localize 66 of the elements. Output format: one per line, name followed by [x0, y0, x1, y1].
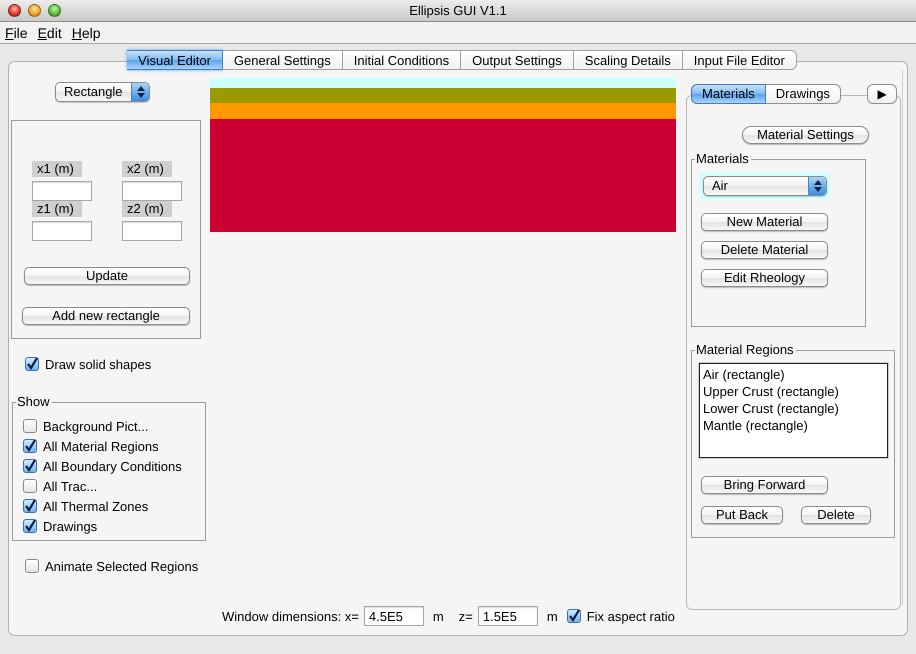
checkbox-label: Background Pict...	[43, 418, 148, 434]
input-field[interactable]	[122, 181, 182, 201]
unit-label: m	[546, 608, 558, 624]
tab[interactable]: Materials	[691, 84, 766, 104]
list-item[interactable]: Air (rectangle)	[703, 366, 884, 383]
menu-item[interactable]: File	[5, 24, 28, 40]
group-title: Material Regions	[695, 342, 796, 358]
checkbox-label: All Boundary Conditions	[43, 458, 182, 474]
unit-label: m	[432, 608, 444, 624]
field-label: z2 (m)	[122, 201, 172, 217]
height-field[interactable]: 1.5E5	[478, 606, 538, 626]
minimize-button[interactable]	[28, 4, 41, 17]
material-settings-button[interactable]: Material Settings	[742, 126, 869, 144]
checkbox-label: Fix aspect ratio	[586, 608, 675, 624]
material-button[interactable]: New Material	[701, 213, 828, 231]
input-field[interactable]	[122, 221, 182, 241]
checkbox[interactable]	[23, 519, 37, 533]
field-label: z=	[458, 608, 473, 624]
tab[interactable]: Input File Editor	[682, 50, 797, 70]
dimensions-label: Window dimensions: x=	[222, 608, 359, 624]
checkbox-label: All Thermal Zones	[43, 498, 148, 514]
checkbox[interactable]	[23, 479, 37, 493]
checkbox-label: All Material Regions	[43, 438, 159, 454]
input-field[interactable]	[32, 221, 92, 241]
menu-item[interactable]: Help	[72, 24, 101, 40]
material-button[interactable]: Edit Rheology	[701, 269, 828, 287]
checkbox[interactable]	[23, 439, 37, 453]
material-dropdown[interactable]: Air	[703, 176, 827, 196]
tab[interactable]: Drawings	[766, 84, 841, 104]
list-item[interactable]: Upper Crust (rectangle)	[703, 383, 884, 400]
input-field[interactable]	[32, 181, 92, 201]
bring-forward-button[interactable]: Bring Forward	[701, 476, 828, 494]
list-item[interactable]: Lower Crust (rectangle)	[703, 400, 884, 417]
checkbox[interactable]	[566, 609, 581, 623]
checkbox-label: Draw solid shapes	[45, 356, 152, 372]
checkbox[interactable]	[23, 499, 37, 513]
more-tabs-button[interactable]: ▶	[867, 84, 897, 104]
menu-item[interactable]: Edit	[38, 24, 62, 40]
field-label: z1 (m)	[32, 201, 82, 217]
checkbox[interactable]	[25, 357, 39, 371]
zoom-button[interactable]	[48, 4, 61, 17]
tab[interactable]: Scaling Details	[574, 50, 683, 70]
checkbox-label: Drawings	[43, 518, 98, 534]
checkbox[interactable]	[23, 419, 37, 433]
shape-dropdown[interactable]: Rectangle	[55, 82, 150, 102]
material-button[interactable]: Delete Material	[701, 241, 828, 259]
checkbox[interactable]	[25, 559, 39, 573]
checkbox-label: Animate Selected Regions	[45, 558, 198, 574]
field-label: x2 (m)	[122, 161, 172, 177]
delete-button[interactable]: Delete	[801, 506, 871, 524]
window-title: Ellipsis GUI V1.1	[409, 2, 507, 18]
tab[interactable]: Initial Conditions	[342, 50, 462, 70]
tab[interactable]: General Settings	[222, 50, 343, 70]
checkbox[interactable]	[23, 459, 37, 473]
add-rectangle-button[interactable]: Add new rectangle	[22, 307, 190, 325]
update-button[interactable]: Update	[24, 267, 190, 285]
tab[interactable]: Visual Editor	[127, 50, 223, 70]
close-button[interactable]	[8, 4, 21, 17]
stepper-arrows-icon	[814, 180, 822, 192]
stepper-arrows-icon	[136, 86, 144, 98]
field-label: x1 (m)	[32, 161, 82, 177]
list-item[interactable]: Mantle (rectangle)	[703, 417, 884, 434]
checkbox-label: All Trac...	[43, 478, 98, 494]
put-back-button[interactable]: Put Back	[701, 506, 783, 524]
tab[interactable]: Output Settings	[461, 50, 574, 70]
width-field[interactable]: 4.5E5	[364, 606, 424, 626]
